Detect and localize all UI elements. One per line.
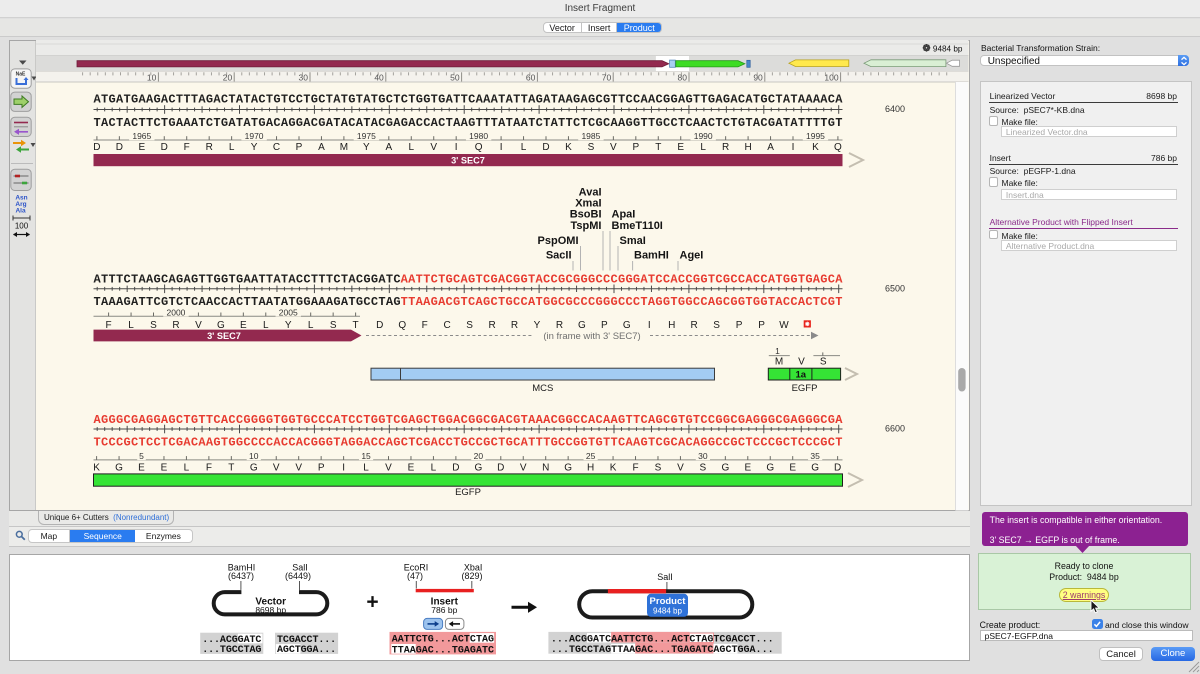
svg-text:EGFP: EGFP — [455, 487, 481, 498]
svg-text:2000: 2000 — [166, 308, 185, 318]
svg-text:60: 60 — [526, 73, 536, 83]
svg-text:MVS: MVS — [775, 356, 827, 367]
svg-text:15: 15 — [361, 451, 371, 461]
svg-text:AATTCTGCAGTCGACGGTACCGCGGGCCCG: AATTCTGCAGTCGACGGTACCGCGGGCCCGGGATCCACCG… — [401, 272, 844, 286]
svg-text:1975: 1975 — [357, 131, 376, 141]
svg-text:8698 bp: 8698 bp — [255, 605, 286, 615]
svg-text:35: 35 — [810, 451, 820, 461]
svg-text:ATGATGAAGACTTTAGACTATACTGTCCTG: ATGATGAAGACTTTAGACTATACTGTCCTGCTATGTATGC… — [94, 93, 844, 107]
svg-text:70: 70 — [602, 73, 612, 83]
svg-text:(6449): (6449) — [284, 571, 310, 581]
svg-text:TACTACTTCTGAAATCTGATATGACAGGAC: TACTACTTCTGAAATCTGATATGACAGGACGATACATACG… — [94, 116, 843, 130]
svg-text:(in frame with 3' SEC7): (in frame with 3' SEC7) — [543, 331, 640, 342]
svg-text:40: 40 — [374, 73, 384, 83]
svg-text:9484 bp: 9484 bp — [933, 44, 963, 53]
svg-text:3' SEC7: 3' SEC7 — [207, 331, 241, 341]
svg-text:5: 5 — [139, 451, 144, 461]
svg-text:1985: 1985 — [581, 131, 600, 141]
svg-text:20: 20 — [223, 73, 233, 83]
svg-text:(47): (47) — [406, 571, 422, 581]
svg-text:6400: 6400 — [885, 104, 905, 114]
svg-text:...TGCCTAGTTAAGAC...TGAGATCAGC: ...TGCCTAGTTAAGAC...TGAGATCAGCTGGA... — [550, 645, 773, 656]
svg-text:XmaI: XmaI — [575, 198, 601, 210]
svg-text:MCS: MCS — [532, 383, 553, 394]
svg-text:Product: Product — [649, 596, 686, 607]
svg-text:TCCCGCTCCTCGACAAGTGGCCCCACCACG: TCCCGCTCCTCGACAAGTGGCCCCACCACGGGTAGGACCA… — [94, 436, 843, 450]
svg-text:80: 80 — [678, 73, 688, 83]
svg-text:10: 10 — [147, 73, 157, 83]
svg-text:ATTTCTAAGCAGAGTTGGTGAATTATACCT: ATTTCTAAGCAGAGTTGGTGAATTATACCTTTCTACGGAT… — [94, 272, 401, 286]
svg-text:AGGGCGAGGAGCTGTTCACCGGGGTGGTGC: AGGGCGAGGAGCTGTTCACCGGGGTGGTGCCCATCCTGGT… — [94, 413, 844, 427]
svg-text:SmaI: SmaI — [620, 235, 646, 247]
svg-text:PspOMI: PspOMI — [538, 235, 579, 247]
svg-text:TAAAGATTCGTCTCAACCACTTAATATGGA: TAAAGATTCGTCTCAACCACTTAATATGGAAAGATGCCTA… — [94, 295, 401, 309]
svg-text:KGEELFTGVVPILVELDGDVNGHKFSVSGE: KGEELFTGVVPILVELDGDVNGHKFSVSGEGEGD — [93, 463, 841, 474]
svg-text:1980: 1980 — [469, 131, 488, 141]
svg-text:+: + — [366, 590, 378, 613]
svg-text:(829): (829) — [461, 571, 482, 581]
svg-text:50: 50 — [450, 73, 460, 83]
svg-text:TTAAGAC...TGAGATC: TTAAGAC...TGAGATC — [391, 645, 493, 656]
svg-text:AATTCTG...ACTCTAG: AATTCTG...ACTCTAG — [391, 634, 493, 645]
svg-text:6600: 6600 — [885, 424, 905, 434]
svg-text:AgeI: AgeI — [680, 250, 704, 262]
svg-text:SacII: SacII — [546, 250, 572, 262]
svg-text:FLSRVGELYLST: FLSRVGELYLST — [106, 320, 359, 331]
svg-text:30: 30 — [698, 451, 708, 461]
svg-text:786 bp: 786 bp — [431, 605, 457, 615]
svg-text:1a: 1a — [796, 369, 807, 380]
svg-text:10: 10 — [249, 451, 259, 461]
svg-text:25: 25 — [586, 451, 596, 461]
svg-text:...ACGGATCAATTCTG...ACTCTAGTCG: ...ACGGATCAATTCTG...ACTCTAGTCGACCT... — [550, 634, 773, 645]
svg-text:(6437): (6437) — [227, 571, 253, 581]
svg-text:2005: 2005 — [279, 308, 298, 318]
svg-text:DQFCSRRYRGPGIHRSPPW: DQFCSRRYRGPGIHRSPPW — [376, 320, 789, 331]
svg-text:TspMI: TspMI — [571, 220, 602, 232]
svg-text:1990: 1990 — [694, 131, 713, 141]
svg-text:9484 bp: 9484 bp — [653, 606, 682, 615]
svg-text:6500: 6500 — [885, 283, 905, 293]
svg-text:3' SEC7: 3' SEC7 — [451, 155, 485, 165]
svg-text:TTAAGACGTCAGCTGCCATGGCGCCCGGGC: TTAAGACGTCAGCTGCCATGGCGCCCGGGCCCTAGGTGGC… — [401, 295, 843, 309]
svg-text:AGCTGGA...: AGCTGGA... — [277, 645, 336, 656]
svg-text:1965: 1965 — [132, 131, 151, 141]
svg-text:100: 100 — [824, 73, 838, 83]
svg-text:BamHI: BamHI — [634, 250, 669, 262]
svg-text:EGFP: EGFP — [792, 383, 818, 394]
svg-text:DDEDFRLYCPAMYALVIQILDKSVPTELRH: DDEDFRLYCPAMYALVIQILDKSVPTELRHAIKQ — [93, 142, 842, 153]
svg-text:AvaI: AvaI — [579, 186, 602, 198]
svg-text:1995: 1995 — [806, 131, 825, 141]
svg-text:SalI: SalI — [657, 572, 673, 582]
svg-text:90: 90 — [753, 73, 763, 83]
svg-text:1970: 1970 — [245, 131, 264, 141]
svg-text:...TGCCTAG: ...TGCCTAG — [202, 645, 261, 656]
svg-text:BmeT110I: BmeT110I — [612, 220, 663, 232]
svg-text:1: 1 — [775, 346, 780, 356]
svg-text:20: 20 — [474, 451, 484, 461]
svg-text:30: 30 — [299, 73, 309, 83]
